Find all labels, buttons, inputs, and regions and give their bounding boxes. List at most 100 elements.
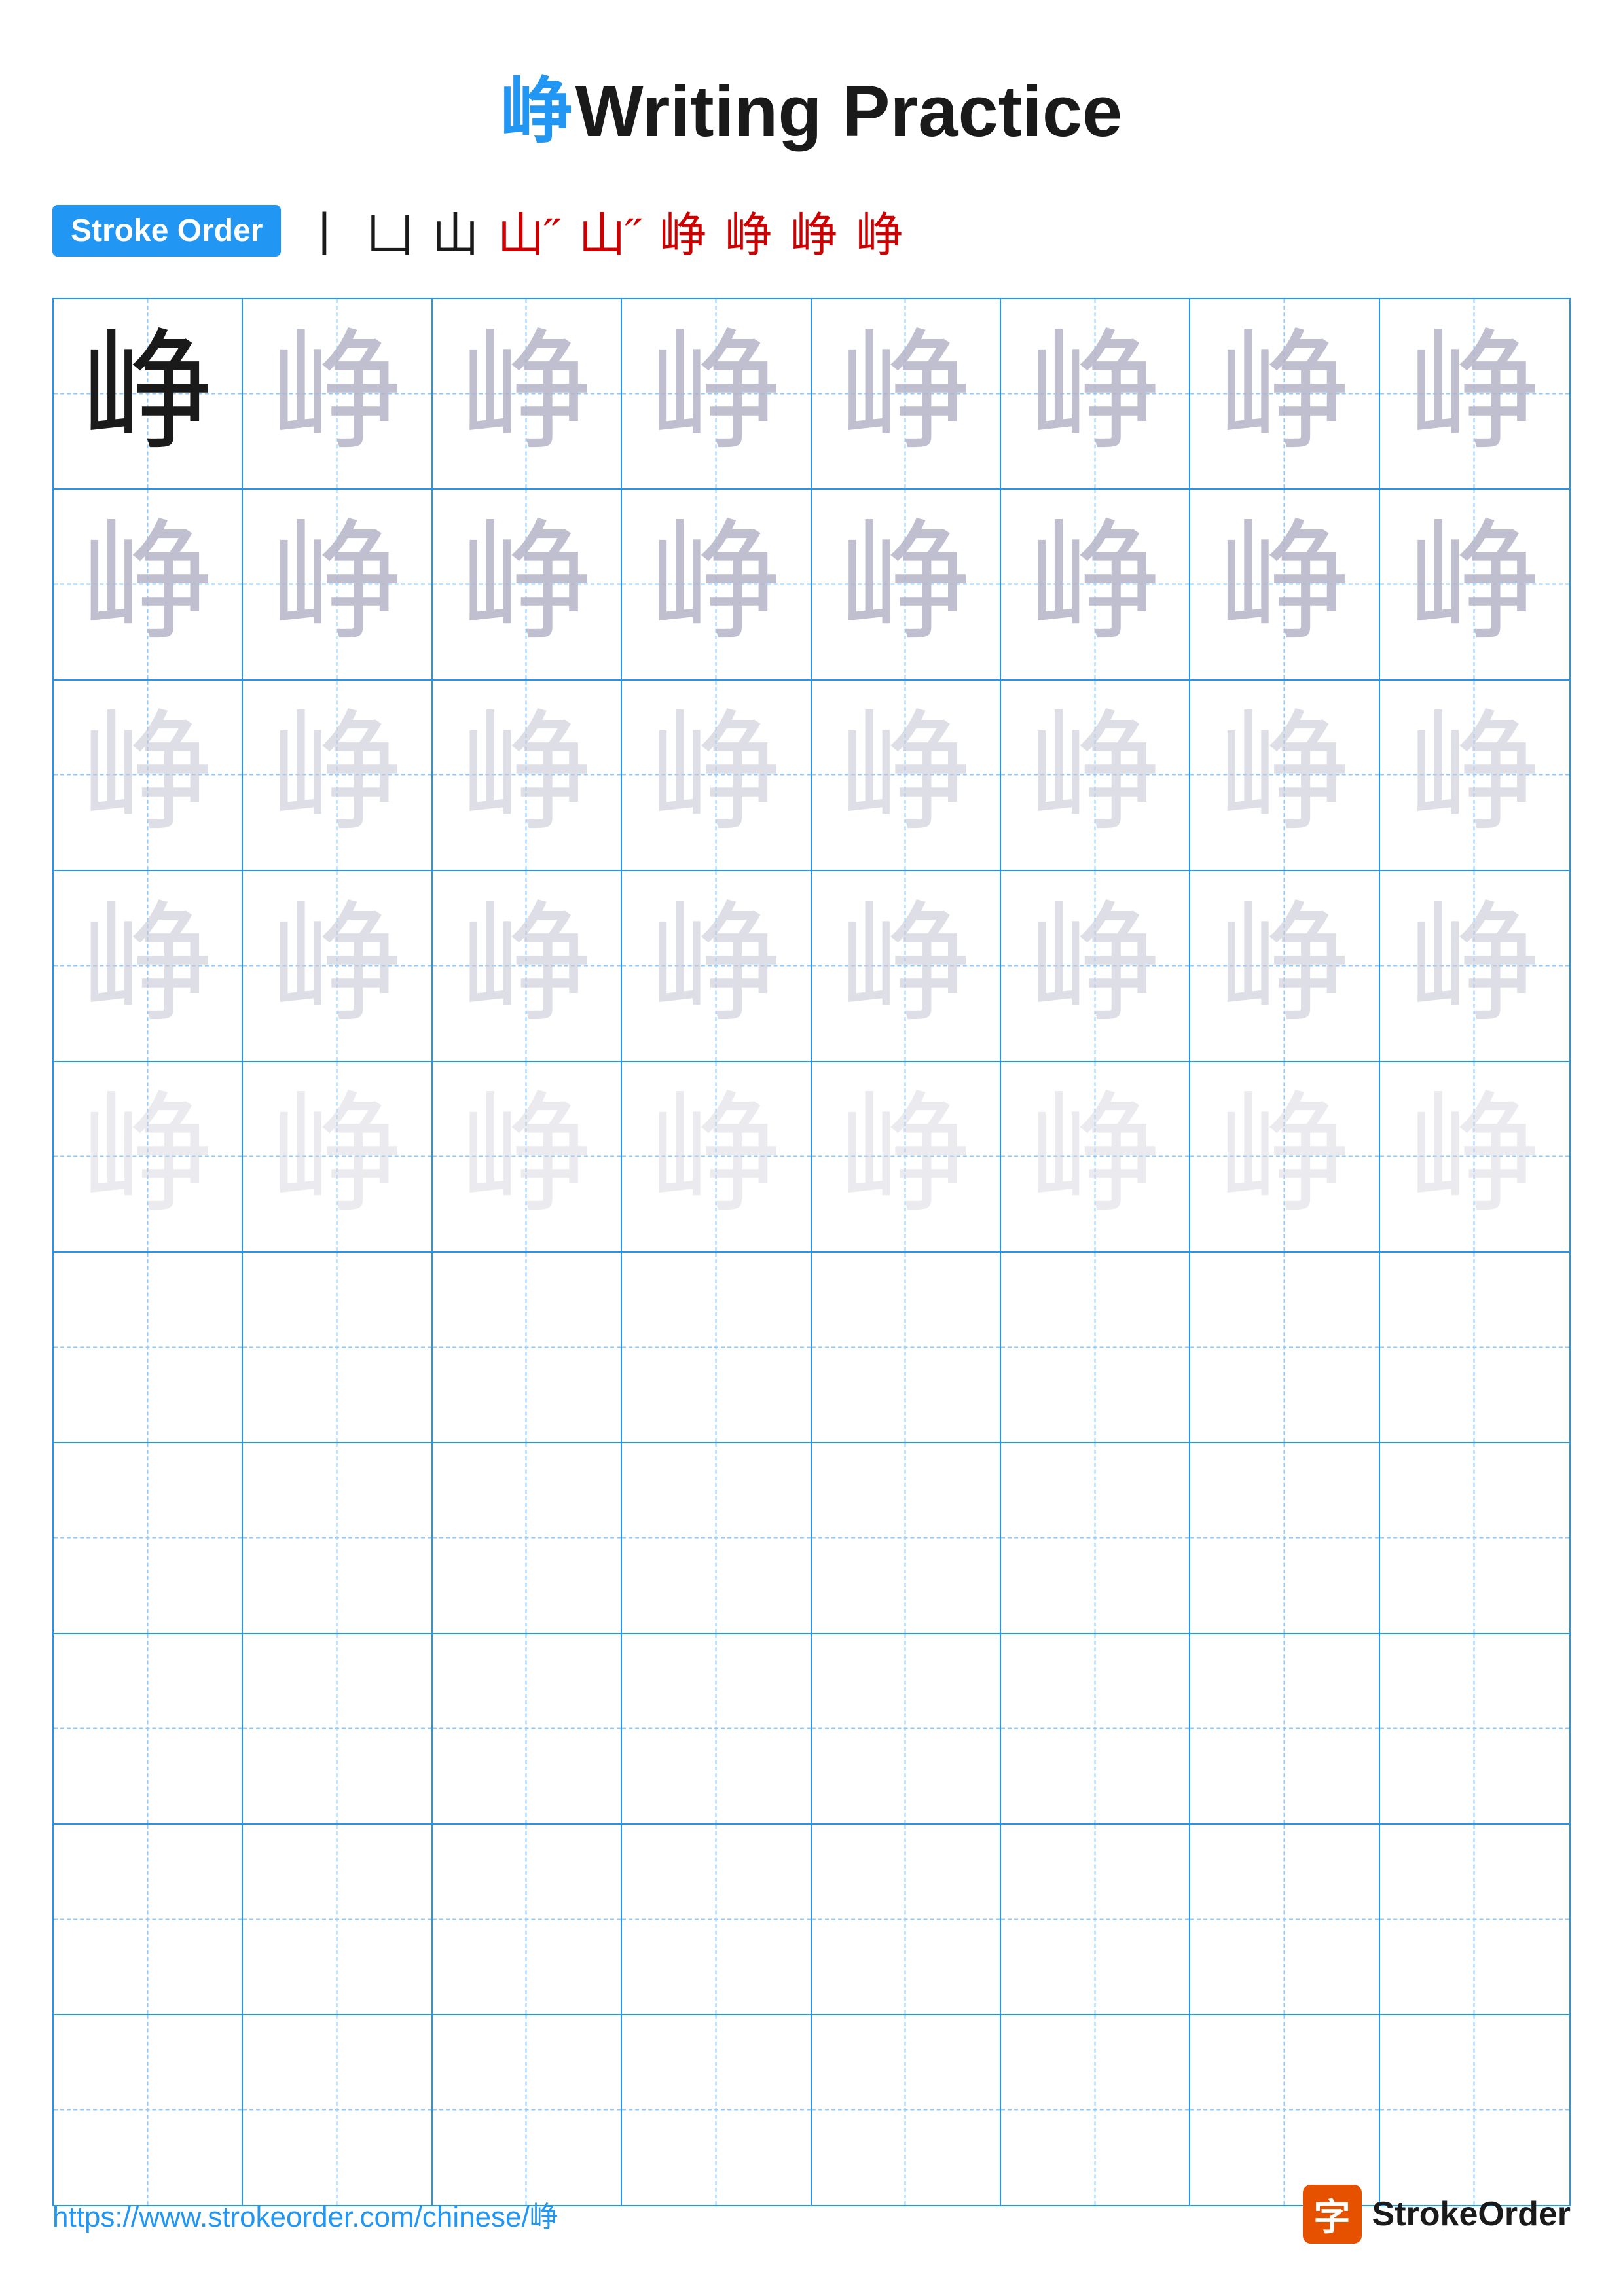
title-char: 峥 [501, 72, 573, 152]
grid-cell[interactable] [54, 1443, 243, 1632]
grid-cell[interactable] [1001, 1634, 1190, 1823]
grid-cell[interactable] [243, 1253, 432, 1442]
grid-row-9 [54, 1825, 1569, 2015]
grid-cell: 峥 [1001, 871, 1190, 1060]
grid-cell[interactable] [1380, 2015, 1569, 2204]
grid-cell[interactable] [54, 1634, 243, 1823]
stroke-step-8: 峥 [790, 196, 837, 265]
grid-cell: 峥 [1190, 1062, 1379, 1251]
grid-cell: 峥 [433, 681, 622, 870]
grid-cell[interactable] [54, 1825, 243, 2014]
grid-cell: 峥 [622, 871, 811, 1060]
grid-cell: 峥 [812, 299, 1001, 488]
grid-row-1: 峥 峥 峥 峥 峥 峥 峥 峥 [54, 299, 1569, 490]
grid-cell[interactable] [812, 1634, 1001, 1823]
grid-cell[interactable] [1190, 2015, 1379, 2204]
grid-cell: 峥 [243, 1062, 432, 1251]
grid-cell[interactable] [812, 2015, 1001, 2204]
grid-cell: 峥 [622, 1062, 811, 1251]
grid-cell: 峥 [812, 681, 1001, 870]
stroke-step-4: 山˝ [497, 196, 560, 265]
grid-cell[interactable] [622, 1443, 811, 1632]
grid-row-6 [54, 1253, 1569, 1443]
grid-cell: 峥 [433, 299, 622, 488]
grid-cell: 峥 [812, 490, 1001, 679]
grid-row-5: 峥 峥 峥 峥 峥 峥 峥 峥 [54, 1062, 1569, 1253]
grid-cell[interactable] [622, 1825, 811, 2014]
grid-cell[interactable] [433, 1825, 622, 2014]
grid-cell[interactable] [1190, 1825, 1379, 2014]
grid-cell: 峥 [54, 871, 243, 1060]
grid-row-4: 峥 峥 峥 峥 峥 峥 峥 峥 [54, 871, 1569, 1062]
grid-cell: 峥 [1001, 490, 1190, 679]
grid-cell[interactable] [622, 1634, 811, 1823]
grid-cell[interactable] [1001, 1443, 1190, 1632]
grid-cell[interactable] [812, 1253, 1001, 1442]
grid-cell: 峥 [243, 681, 432, 870]
grid-cell: 峥 [433, 871, 622, 1060]
grid-cell: 峥 [1380, 871, 1569, 1060]
stroke-step-2: 凵 [366, 196, 413, 265]
stroke-step-3: 山 [431, 196, 479, 265]
grid-cell[interactable] [1380, 1634, 1569, 1823]
grid-cell[interactable] [243, 1634, 432, 1823]
stroke-step-9: 峥 [856, 196, 903, 265]
grid-cell: 峥 [622, 681, 811, 870]
grid-cell[interactable] [243, 2015, 432, 2204]
grid-row-3: 峥 峥 峥 峥 峥 峥 峥 峥 [54, 681, 1569, 871]
stroke-step-1: 丨 [301, 196, 348, 265]
practice-grid: 峥 峥 峥 峥 峥 峥 峥 峥 峥 峥 峥 [52, 298, 1571, 2206]
grid-cell[interactable] [1380, 1825, 1569, 2014]
stroke-steps: 丨 凵 山 山˝ 山˝ 峥 峥 峥 峥 [301, 196, 903, 265]
grid-cell[interactable] [1190, 1634, 1379, 1823]
grid-cell: 峥 [54, 490, 243, 679]
grid-cell: 峥 [433, 490, 622, 679]
page-title: 峥 Writing Practice [0, 0, 1623, 157]
grid-cell[interactable] [243, 1443, 432, 1632]
grid-cell: 峥 [1380, 681, 1569, 870]
grid-cell: 峥 [1190, 299, 1379, 488]
grid-cell: 峥 [1001, 1062, 1190, 1251]
stroke-step-5: 山˝ [578, 196, 641, 265]
grid-cell[interactable] [812, 1443, 1001, 1632]
grid-cell: 峥 [1001, 681, 1190, 870]
grid-cell[interactable] [1380, 1443, 1569, 1632]
grid-cell: 峥 [1190, 871, 1379, 1060]
grid-cell: 峥 [243, 871, 432, 1060]
grid-cell: 峥 [622, 299, 811, 488]
grid-cell: 峥 [812, 871, 1001, 1060]
stroke-step-7: 峥 [725, 196, 772, 265]
grid-cell[interactable] [243, 1825, 432, 2014]
grid-cell[interactable] [1001, 1825, 1190, 2014]
grid-cell[interactable] [1380, 1253, 1569, 1442]
grid-cell[interactable] [1190, 1443, 1379, 1632]
stroke-order-row: Stroke Order 丨 凵 山 山˝ 山˝ 峥 峥 峥 峥 [52, 196, 1571, 265]
grid-cell: 峥 [54, 1062, 243, 1251]
grid-row-10 [54, 2015, 1569, 2204]
grid-cell: 峥 [243, 299, 432, 488]
grid-cell[interactable] [54, 2015, 243, 2204]
stroke-order-badge: Stroke Order [52, 205, 281, 257]
grid-cell: 峥 [1190, 681, 1379, 870]
brand-name: StrokeOrder [1372, 2195, 1571, 2234]
grid-cell[interactable] [1001, 2015, 1190, 2204]
grid-cell[interactable] [622, 2015, 811, 2204]
grid-cell: 峥 [1380, 299, 1569, 488]
grid-cell[interactable] [1190, 1253, 1379, 1442]
grid-cell[interactable] [433, 1634, 622, 1823]
grid-cell[interactable] [433, 1443, 622, 1632]
grid-cell: 峥 [1001, 299, 1190, 488]
brand-icon: 字 [1303, 2185, 1362, 2244]
grid-cell[interactable] [54, 1253, 243, 1442]
grid-row-8 [54, 1634, 1569, 1825]
grid-cell: 峥 [54, 299, 243, 488]
grid-cell[interactable] [812, 1825, 1001, 2014]
grid-cell: 峥 [433, 1062, 622, 1251]
grid-row-7 [54, 1443, 1569, 1634]
grid-cell[interactable] [1001, 1253, 1190, 1442]
grid-cell[interactable] [622, 1253, 811, 1442]
footer-brand: 字 StrokeOrder [1303, 2185, 1571, 2244]
grid-cell[interactable] [433, 2015, 622, 2204]
grid-cell: 峥 [54, 681, 243, 870]
grid-cell[interactable] [433, 1253, 622, 1442]
